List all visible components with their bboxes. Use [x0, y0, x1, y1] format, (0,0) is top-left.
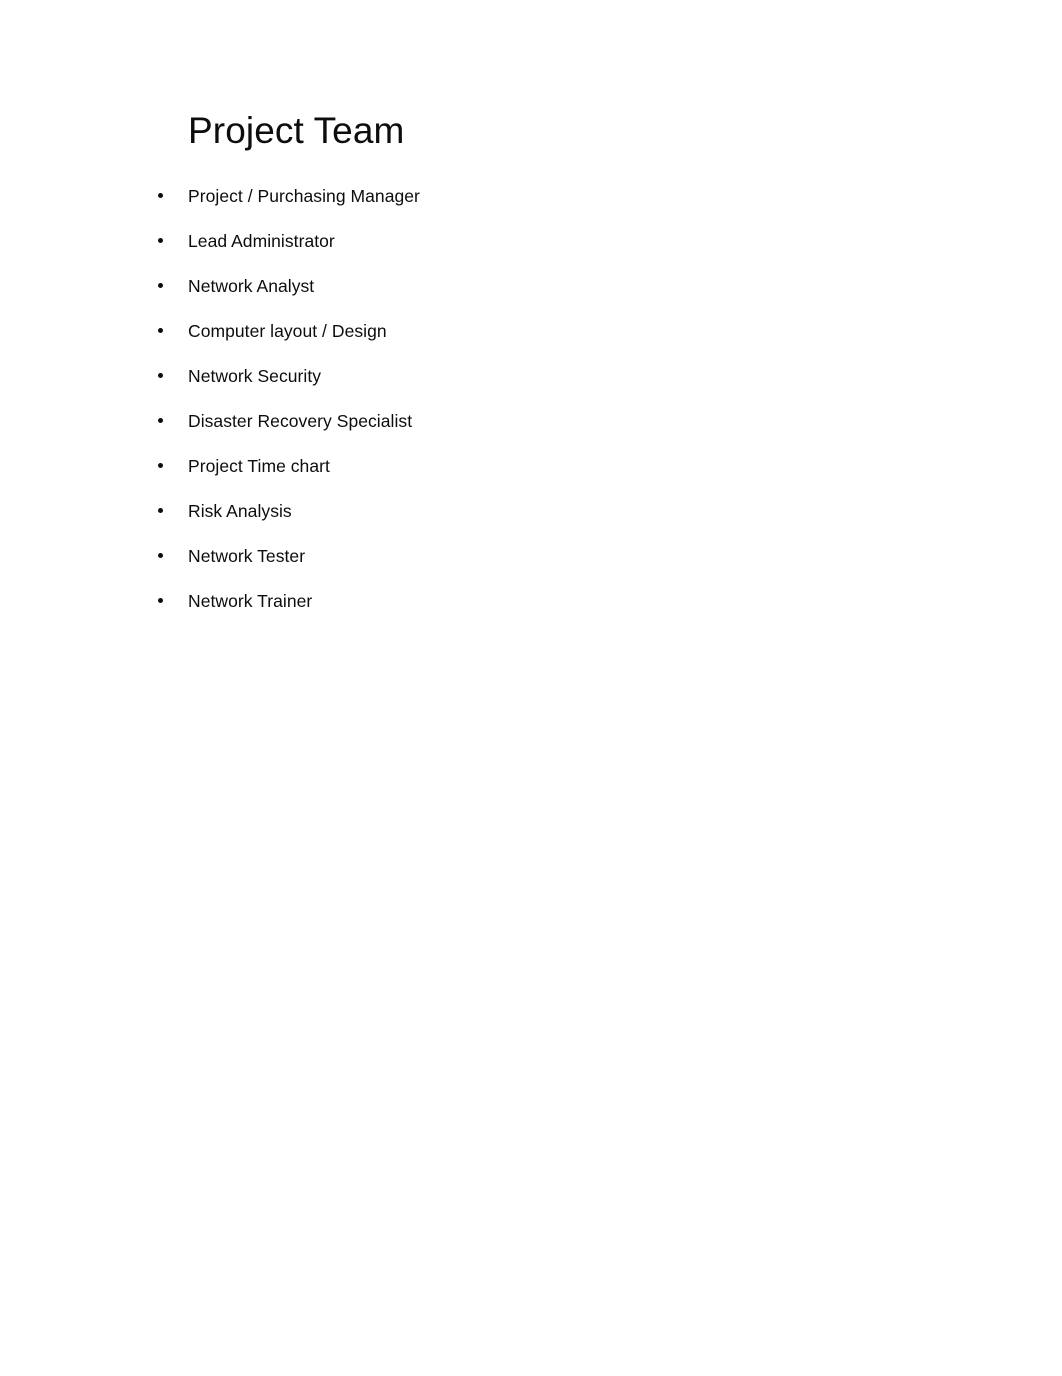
- list-item: Disaster Recovery Specialist: [158, 410, 918, 455]
- list-item-label: Network Trainer: [188, 591, 313, 611]
- bullet-dot-icon: [158, 418, 163, 423]
- bullet-dot-icon: [158, 193, 163, 198]
- list-item-label: Network Tester: [188, 546, 306, 566]
- list-item-label: Computer layout / Design: [188, 321, 387, 341]
- bullet-dot-icon: [158, 598, 163, 603]
- document-content: Project Team Project / Purchasing Manage…: [158, 108, 918, 635]
- project-team-list: Project / Purchasing Manager Lead Admini…: [158, 185, 918, 635]
- list-item: Network Trainer: [158, 590, 918, 635]
- list-item: Risk Analysis: [158, 500, 918, 545]
- bullet-dot-icon: [158, 508, 163, 513]
- bullet-dot-icon: [158, 283, 163, 288]
- list-item-label: Network Analyst: [188, 276, 315, 296]
- list-item-label: Lead Administrator: [188, 231, 335, 251]
- bullet-dot-icon: [158, 553, 163, 558]
- list-item: Lead Administrator: [158, 230, 918, 275]
- list-item: Network Security: [158, 365, 918, 410]
- list-item: Network Analyst: [158, 275, 918, 320]
- page-title: Project Team: [188, 110, 405, 151]
- list-item-label: Project Time chart: [188, 456, 330, 476]
- list-item-label: Project / Purchasing Manager: [188, 186, 420, 206]
- list-item-label: Risk Analysis: [188, 501, 292, 521]
- bullet-dot-icon: [158, 373, 163, 378]
- bullet-dot-icon: [158, 238, 163, 243]
- list-item: Computer layout / Design: [158, 320, 918, 365]
- list-item-label: Disaster Recovery Specialist: [188, 411, 413, 431]
- list-item-label: Network Security: [188, 366, 322, 386]
- bullet-dot-icon: [158, 328, 163, 333]
- list-item: Project Time chart: [158, 455, 918, 500]
- bullet-dot-icon: [158, 463, 163, 468]
- document-page: Project Team Project / Purchasing Manage…: [0, 0, 1062, 1376]
- list-item: Network Tester: [158, 545, 918, 590]
- list-item: Project / Purchasing Manager: [158, 185, 918, 230]
